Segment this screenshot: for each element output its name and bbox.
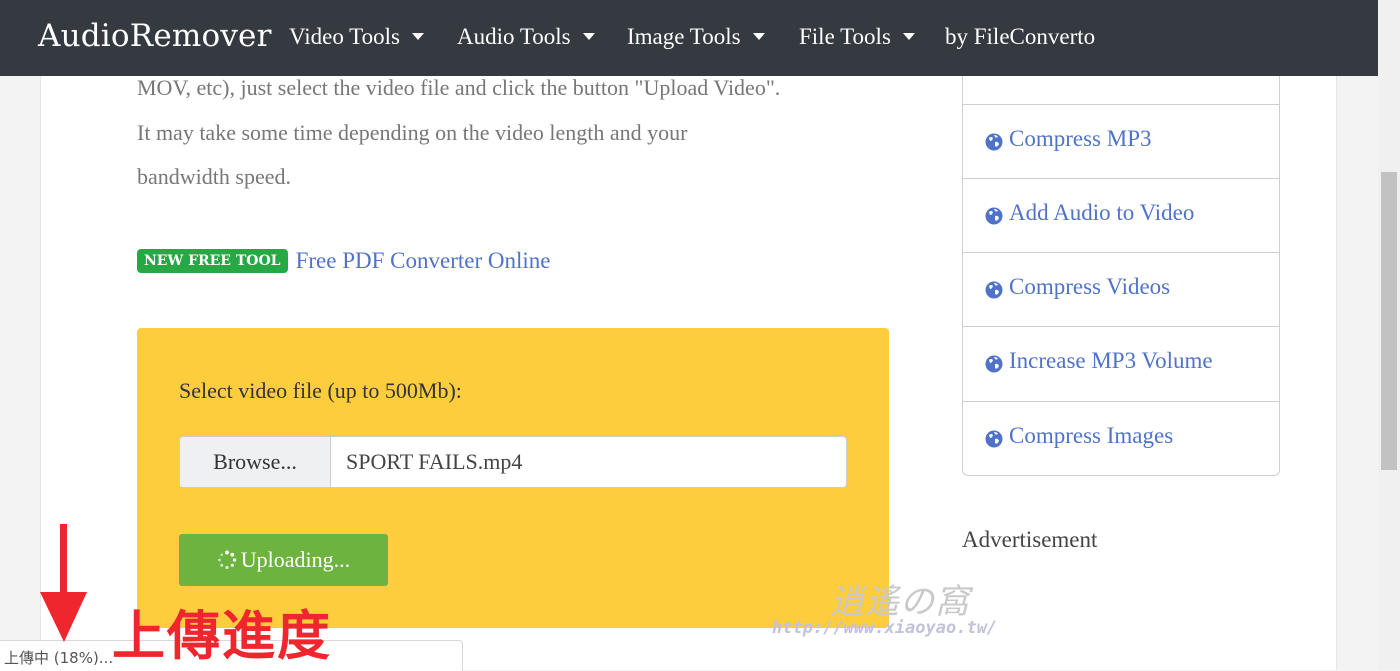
upload-label: Select video file (up to 500Mb):	[179, 378, 462, 403]
vertical-scrollbar[interactable]	[1378, 0, 1400, 670]
upload-progress-annotation: 上傳進度	[112, 606, 332, 667]
sidebar-item-increase-mp3-volume[interactable]: Increase MP3 Volume	[963, 326, 1279, 399]
instruction-line: It may take some time depending on the v…	[137, 119, 688, 145]
top-navbar: AudioRemover Video Tools Audio Tools Ima…	[0, 0, 1378, 76]
spinner-icon	[217, 550, 237, 570]
globe-icon	[985, 133, 1003, 151]
browse-button[interactable]: Browse...	[180, 437, 331, 487]
promo-row: NEW FREE TOOL Free PDF Converter Online	[137, 248, 551, 274]
upload-status-text: 上傳中 (18%)...	[4, 649, 114, 667]
globe-icon	[985, 355, 1003, 373]
sidebar-item-compress-mp3[interactable]: Compress MP3	[963, 104, 1279, 177]
watermark-url: http://www.xiaoyao.tw/	[772, 618, 998, 638]
instruction-line: bandwidth speed.	[137, 164, 291, 189]
sidebar-item-compress-images[interactable]: Compress Images	[963, 401, 1279, 474]
new-tool-badge: NEW FREE TOOL	[137, 249, 288, 273]
scrollbar-thumb[interactable]	[1381, 172, 1397, 470]
globe-icon	[985, 281, 1003, 299]
nav-file-tools[interactable]: File Tools	[799, 24, 915, 50]
watermark: 逍遙の窩 http://www.xiaoyao.tw/	[772, 574, 1010, 644]
upload-video-button[interactable]: Uploading...	[179, 534, 388, 586]
nav-video-tools[interactable]: Video Tools	[289, 24, 424, 50]
sidebar-item-label: Compress MP3	[1009, 126, 1152, 151]
sidebar-item-add-audio-to-video[interactable]: Add Audio to Video	[963, 178, 1279, 251]
nav-label: File Tools	[799, 24, 891, 49]
related-tools-list: Compress MP3 Add Audio to Video Compress…	[962, 0, 1280, 476]
upload-instructions: MOV, etc), just select the video file an…	[137, 66, 897, 200]
advertisement-label: Advertisement	[962, 527, 1098, 552]
globe-icon	[985, 207, 1003, 225]
red-arrow-down-icon	[40, 524, 87, 642]
pdf-converter-link[interactable]: Free PDF Converter Online	[296, 248, 551, 273]
nav-by-fileconverto[interactable]: by FileConverto	[945, 24, 1095, 50]
sidebar-item-label: Add Audio to Video	[1009, 200, 1195, 225]
nav-label: Video Tools	[289, 24, 400, 49]
globe-icon	[985, 430, 1003, 448]
sidebar-item-label: Compress Images	[1009, 423, 1174, 448]
nav-label: Image Tools	[627, 24, 741, 49]
caret-down-icon	[582, 33, 595, 40]
nav-image-tools[interactable]: Image Tools	[627, 24, 765, 50]
watermark-title: 逍遙の窩	[830, 582, 970, 622]
main-content-card: MOV, etc), just select the video file an…	[40, 0, 908, 670]
caret-down-icon	[752, 33, 765, 40]
caret-down-icon	[902, 33, 915, 40]
nav-audio-tools[interactable]: Audio Tools	[457, 24, 595, 50]
upload-button-label: Uploading...	[240, 547, 351, 572]
sidebar-item-compress-videos[interactable]: Compress Videos	[963, 252, 1279, 325]
sidebar-item-label: Increase MP3 Volume	[1009, 348, 1213, 373]
video-file-input[interactable]: Browse... SPORT FAILS.mp4	[179, 436, 847, 488]
caret-down-icon	[411, 33, 424, 40]
sidebar-item-label: Compress Videos	[1009, 274, 1171, 299]
brand-logo[interactable]: AudioRemover	[38, 18, 272, 54]
nav-label: Audio Tools	[457, 24, 571, 49]
selected-file-name: SPORT FAILS.mp4	[346, 449, 523, 474]
